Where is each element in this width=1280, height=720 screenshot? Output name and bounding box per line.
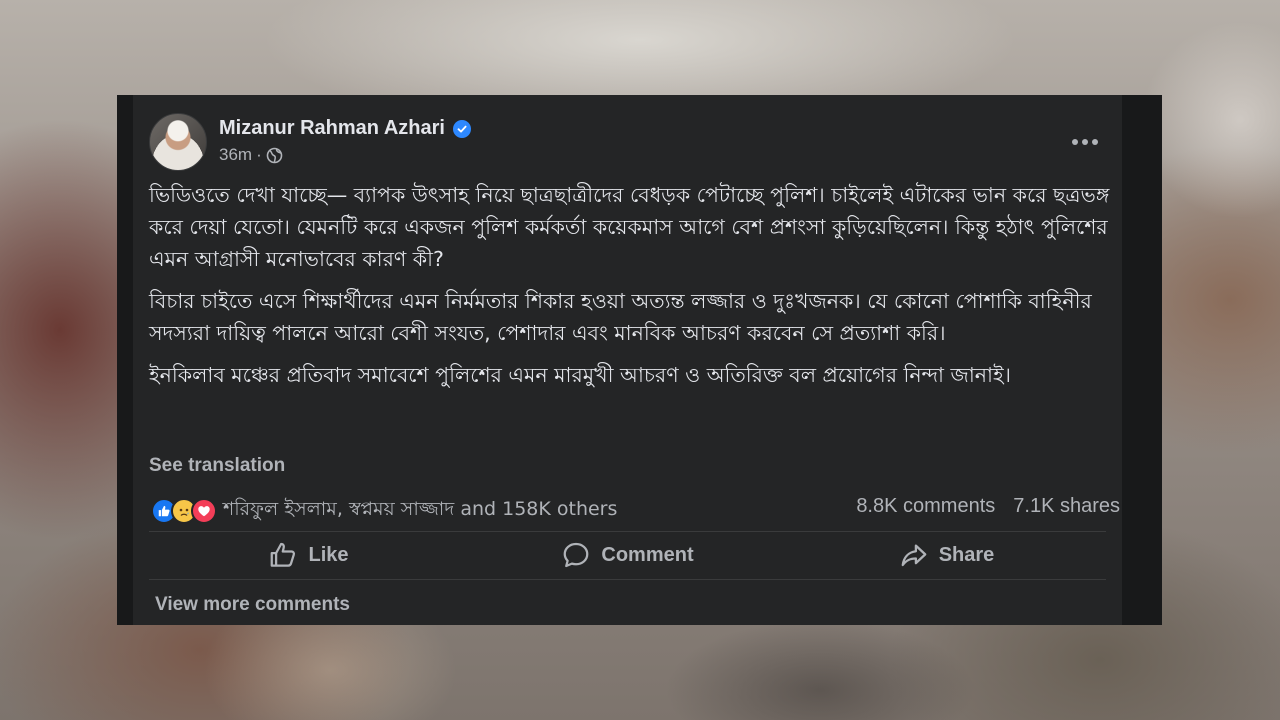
author-avatar[interactable] [149,113,207,171]
author-row: Mizanur Rahman Azhari [219,117,471,140]
reactions-text: শরিফুল ইসলাম, স্বপ্নময় সাজ্জাদ and 158K… [223,498,618,520]
shares-count[interactable]: 7.1K shares [1013,495,1120,518]
author-name[interactable]: Mizanur Rahman Azhari [219,117,445,140]
post-paragraph-3: ইনকিলাব মঞ্চের প্রতিবাদ সমাবেশে পুলিশের … [149,363,1011,387]
post-container: Mizanur Rahman Azhari 36m · ভিডিওতে দেখা… [133,95,1122,625]
engagement-counts: 8.8K comments 7.1K shares [856,495,1120,518]
divider-top [149,531,1106,532]
comment-bubble-icon [564,542,589,568]
like-label: Like [308,543,349,566]
globe-icon[interactable] [266,147,283,164]
post-meta: 36m · [219,145,283,165]
comments-count[interactable]: 8.8K comments [856,495,995,518]
divider-bottom [149,579,1106,580]
more-options-icon[interactable] [1064,131,1106,153]
post-paragraph-2: বিচার চাইতে এসে শিক্ষার্থীদের এমন নির্মম… [149,289,1092,345]
post-actions: Like Comment Share [149,533,1106,577]
post-paragraph-1: ভিডিওতে দেখা যাচ্ছে— ব্যাপক উৎসাহ নিয়ে … [149,183,1110,271]
like-button[interactable]: Like [149,533,468,577]
share-button[interactable]: Share [787,533,1106,577]
love-reaction-icon [191,498,217,524]
post-stats: শরিফুল ইসলাম, স্বপ্নময় সাজ্জাদ and 158K… [151,493,1120,525]
meta-separator: · [256,145,262,164]
comment-button[interactable]: Comment [468,533,787,577]
post-header: Mizanur Rahman Azhari 36m · [149,113,1106,173]
thumbs-up-icon [271,542,296,567]
post-timestamp[interactable]: 36m [219,145,252,165]
reactions-summary[interactable]: শরিফুল ইসলাম, স্বপ্নময় সাজ্জাদ and 158K… [151,495,617,527]
facebook-post-card: Mizanur Rahman Azhari 36m · ভিডিওতে দেখা… [117,95,1162,625]
view-more-comments-link[interactable]: View more comments [155,594,350,616]
see-translation-link[interactable]: See translation [149,455,285,477]
verified-badge-icon [452,119,471,138]
comment-label: Comment [601,543,694,566]
post-body: ভিডিওতে দেখা যাচ্ছে— ব্যাপক উৎসাহ নিয়ে … [149,179,1110,401]
share-arrow-icon [901,544,927,567]
share-label: Share [938,543,995,566]
